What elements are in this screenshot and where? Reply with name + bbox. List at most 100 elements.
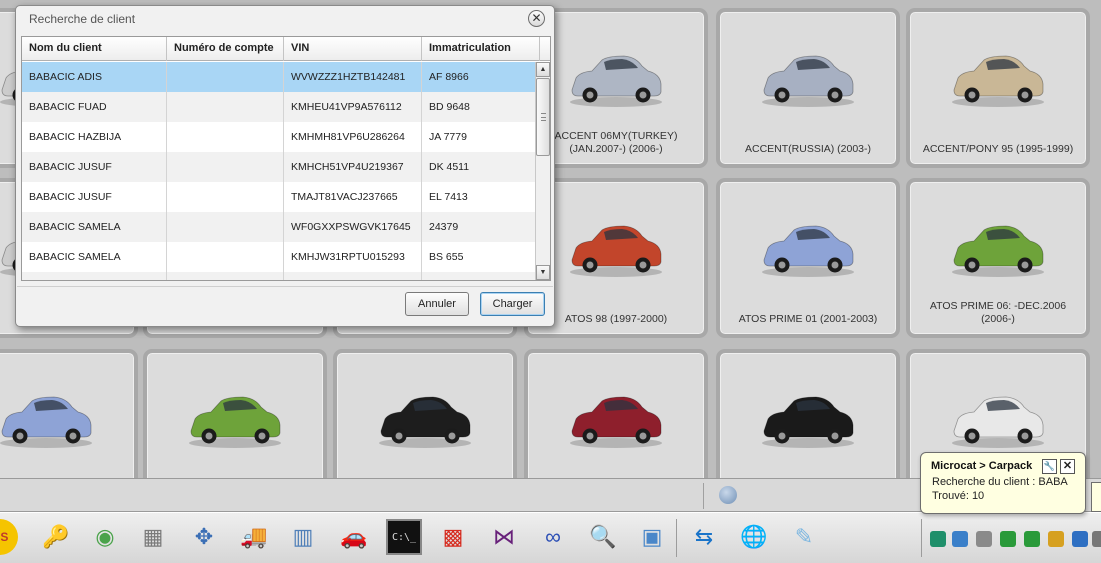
cancel-button[interactable]: Annuler (405, 292, 469, 316)
notification-balloon: Microcat > Carpack 🔧 ✕ Recherche du clie… (920, 452, 1086, 514)
vehicle-model-tile[interactable]: ATOS PRIME 01 (2001-2003) (716, 178, 900, 338)
vehicle-model-tile[interactable]: ACCENT(RUSSIA) (2003-) (716, 8, 900, 168)
notification-found-count: Trouvé: 10 (932, 490, 985, 502)
column-header-plate[interactable]: Immatriculation (422, 37, 540, 61)
wrench-icon[interactable]: 🔧 (1042, 459, 1057, 474)
close-icon[interactable]: ✕ (528, 10, 545, 27)
car-image (952, 225, 1044, 277)
vehicle-model-tile[interactable] (0, 349, 138, 478)
table-row[interactable]: BABACIC JUSUF TMAJT81VACJ237665 EL 7413 (22, 182, 535, 212)
table-row[interactable]: BABACIC ADIS WVWZZZ1HZTB142481 AF 8966 (22, 62, 535, 92)
dialog-footer-divider (17, 286, 553, 287)
table-row[interactable]: BABACIC FUAD KMHEU41VP9A576112 BD 9648 (22, 92, 535, 122)
cell-plate: BS 655 (429, 251, 464, 263)
cell-account-number (167, 182, 284, 212)
mouse-tray-icon[interactable] (976, 531, 992, 547)
cell-account-number (167, 212, 284, 242)
notification-search-text: Recherche du client : BABA (932, 476, 1068, 488)
vehicle-model-caption: ATOS PRIME 06: -DEC.2006 (2006-) (929, 300, 1067, 325)
column-header-account[interactable]: Numéro de compte (167, 37, 284, 61)
car-image (0, 396, 92, 448)
grid-red-icon[interactable]: ▩ (435, 519, 471, 555)
cell-plate: AF 8966 (429, 71, 469, 83)
vehicle-model-caption: ACCENT/PONY 95 (1995-1999) (922, 143, 1074, 155)
cell-account-number (167, 62, 284, 92)
car-image (952, 396, 1044, 448)
cell-account-number (167, 92, 284, 122)
red-car-icon[interactable]: 🚗 (336, 519, 372, 555)
bee-tray-icon[interactable] (1048, 531, 1064, 547)
truck-icon[interactable]: 🚚 (236, 519, 272, 555)
microcat-tray-icon[interactable] (930, 531, 946, 547)
teamviewer-icon[interactable]: ⇆ (686, 519, 722, 555)
vehicle-model-tile[interactable] (333, 349, 517, 478)
dialog-title: Recherche de client (29, 12, 136, 26)
table-row[interactable]: BABACIC SAMELA KMHJW31RPTU015293 BS 655 (22, 242, 535, 272)
visual-studio-icon[interactable]: ⋈ (486, 519, 522, 555)
globe-icon[interactable]: 🌐 (736, 519, 772, 555)
scroll-thumb[interactable] (536, 78, 550, 156)
infinity-icon[interactable]: ∞ (535, 519, 571, 555)
table-body: BABACIC ADIS WVWZZZ1HZTB142481 AF 8966 BABA… (22, 62, 535, 280)
cell-account-number (167, 242, 284, 272)
cell-plate: DK 4511 (429, 161, 470, 173)
network-tray-icon[interactable] (952, 531, 968, 547)
compass-icon[interactable]: ✥ (186, 519, 222, 555)
screen-share-icon[interactable]: ▣ (634, 519, 670, 555)
grip-icon (541, 113, 546, 121)
update-tray-icon[interactable] (1000, 531, 1016, 547)
customer-search-dialog: Recherche de client ✕ Nom du client Numé… (15, 5, 555, 327)
load-button[interactable]: Charger (480, 292, 545, 316)
column-header-vin[interactable]: VIN (284, 37, 422, 61)
car-image (570, 225, 662, 277)
vehicle-model-tile[interactable]: ACCENT/PONY 95 (1995-1999) (906, 8, 1090, 168)
car-image (189, 396, 281, 448)
vehicle-model-tile[interactable] (524, 349, 708, 478)
building-chart-icon[interactable]: ▥ (285, 519, 321, 555)
car-image (762, 225, 854, 277)
cell-plate: 24379 (429, 221, 459, 233)
help-tray-icon[interactable] (1072, 531, 1088, 547)
globe-icon (719, 486, 737, 504)
car-image (570, 396, 662, 448)
cell-plate: DU 781 (422, 272, 535, 280)
cell-vin: TMAJT81VACJ237665 (291, 191, 398, 203)
cell-vin: KMHJW31RPTU015293 (291, 251, 405, 263)
cell-vin: KMHCH51VP4U219367 (291, 161, 404, 173)
column-header-name[interactable]: Nom du client (22, 37, 167, 61)
cell-customer-name: BABACIC JUSUF (29, 161, 112, 173)
table-row[interactable]: BABACIC SAMELA WF0GXXPSWGVK17645 24379 (22, 212, 535, 242)
table-row[interactable]: BABACIC SAMELA WF0GXXPSWGVK18669DU 781 (22, 272, 535, 280)
word-tray-icon[interactable] (1024, 531, 1040, 547)
cable-tray-icon[interactable] (1092, 531, 1101, 547)
vehicle-model-tile[interactable]: ATOS PRIME 06: -DEC.2006 (2006-) (906, 178, 1090, 338)
scroll-up-icon[interactable]: ▲ (536, 62, 550, 77)
keys-icon[interactable]: 🔑 (38, 519, 74, 555)
taskbar-divider (676, 519, 677, 557)
cash-register-icon[interactable]: ▦ (135, 519, 171, 555)
close-icon[interactable]: ✕ (1060, 459, 1075, 474)
vehicle-model-tile[interactable] (143, 349, 327, 478)
cell-customer-name: BABACIC SAMELA (22, 272, 167, 280)
hs-icon[interactable]: HS (0, 519, 18, 555)
vehicle-model-tile[interactable] (716, 349, 900, 478)
column-divider (166, 62, 167, 280)
cell-account-number (167, 272, 284, 280)
status-separator (703, 483, 704, 509)
vehicle-model-caption: ATOS 98 (1997-2000) (564, 313, 668, 325)
vehicle-model-caption: ATOS PRIME 01 (2001-2003) (738, 313, 878, 325)
partial-tooltip (1091, 482, 1101, 512)
cell-customer-name: BABACIC SAMELA (29, 221, 121, 233)
notepad-icon[interactable]: ✎ (786, 519, 822, 555)
terminal-icon[interactable]: C:\_ (386, 519, 422, 555)
scroll-down-icon[interactable]: ▼ (536, 265, 550, 280)
cell-customer-name: BABACIC FUAD (29, 101, 107, 113)
cell-vin: KMHEU41VP9A576112 (291, 101, 402, 113)
customer-table: Nom du client Numéro de compte VIN Immat… (21, 36, 551, 281)
vertical-scrollbar[interactable]: ▲ ▼ (535, 62, 550, 280)
cpa-icon[interactable]: ◉ (87, 519, 123, 555)
system-tray (920, 519, 1101, 557)
table-row[interactable]: BABACIC JUSUF KMHCH51VP4U219367 DK 4511 (22, 152, 535, 182)
magnifier-icon[interactable]: 🔍 (585, 519, 621, 555)
table-row[interactable]: BABACIC HAZBIJA KMHMH81VP6U286264 JA 7779 (22, 122, 535, 152)
